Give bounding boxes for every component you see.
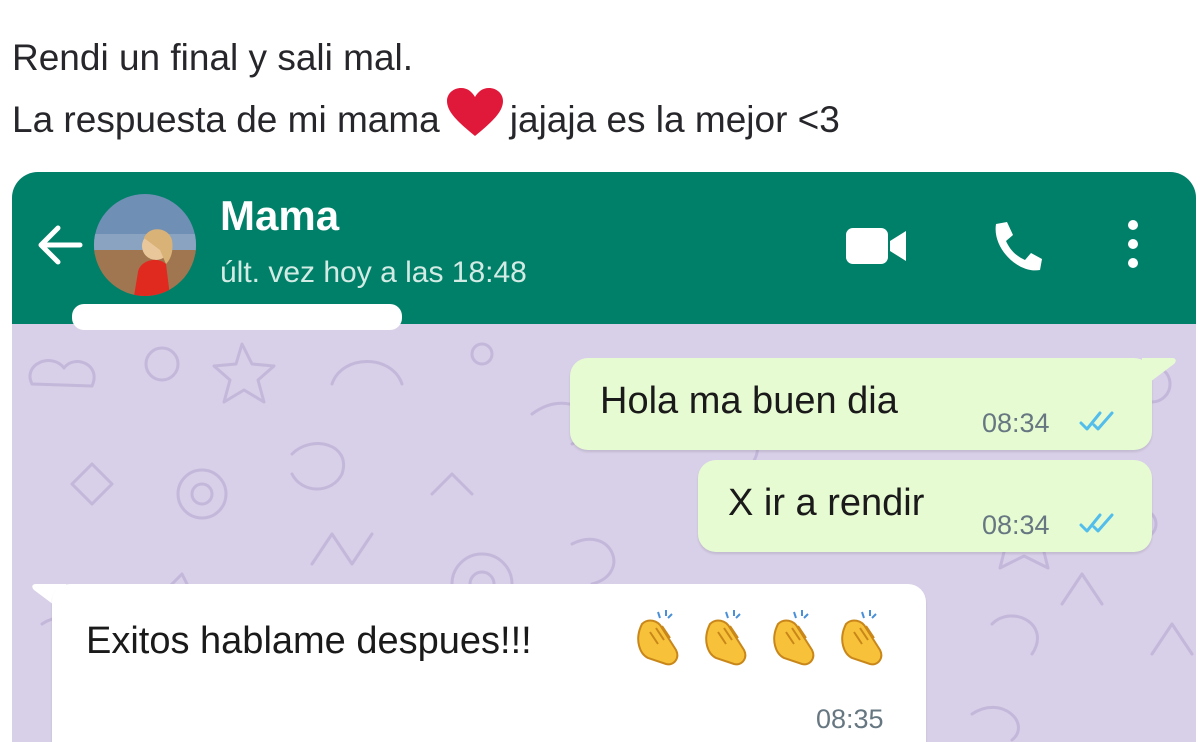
message-time: 08:34 bbox=[982, 510, 1050, 540]
bubble-tail bbox=[1142, 358, 1176, 382]
post-line-1: Rendi un final y sali mal. bbox=[12, 37, 414, 78]
last-seen-status: últ. vez hoy a las 18:48 bbox=[220, 256, 527, 289]
video-call-icon[interactable] bbox=[844, 224, 908, 268]
contact-name[interactable]: Mama bbox=[220, 192, 339, 240]
more-options-icon[interactable] bbox=[1118, 216, 1148, 272]
back-arrow-icon[interactable] bbox=[34, 222, 84, 268]
heart-icon bbox=[446, 88, 503, 136]
post-line-2-end: jajaja es la mejor <3 bbox=[509, 99, 840, 140]
emoji-row bbox=[628, 606, 894, 668]
message-text: X ir a rendir bbox=[728, 482, 925, 524]
previous-message-edge bbox=[72, 304, 402, 330]
read-ticks-icon bbox=[1079, 513, 1114, 533]
post-text: Rendi un final y sali mal. La respuesta … bbox=[12, 28, 840, 150]
message-bubble-incoming[interactable]: Exitos hablame despues!!! 08:35 bbox=[52, 584, 926, 742]
post-line-2: La respuesta de mi mama jajaja es la mejo… bbox=[12, 88, 840, 150]
message-bubble-outgoing[interactable]: X ir a rendir 08:34 bbox=[698, 460, 1152, 552]
chat-header: Mama últ. vez hoy a las 18:48 bbox=[12, 172, 1196, 324]
avatar-photo bbox=[94, 194, 196, 296]
avatar[interactable] bbox=[94, 194, 196, 296]
message-time: 08:34 bbox=[982, 408, 1050, 438]
chat-area[interactable]: Hola ma buen dia 08:34 X ir a rendir 08:… bbox=[12, 304, 1196, 742]
post-line-2-start: La respuesta de mi mama bbox=[12, 99, 440, 140]
clapping-hands-icon bbox=[637, 610, 679, 666]
message-time: 08:35 bbox=[816, 704, 884, 734]
message-text: Exitos hablame despues!!! bbox=[86, 620, 532, 662]
clapping-hands-icon bbox=[841, 610, 883, 666]
message-text: Hola ma buen dia bbox=[600, 380, 898, 422]
clapping-hands-icon bbox=[773, 610, 815, 666]
read-ticks-icon bbox=[1079, 411, 1114, 431]
phone-icon[interactable] bbox=[988, 218, 1044, 274]
chat-screenshot: Mama últ. vez hoy a las 18:48 Hola ma bu… bbox=[12, 172, 1196, 742]
clapping-hands-icon bbox=[705, 610, 747, 666]
message-bubble-outgoing[interactable]: Hola ma buen dia 08:34 bbox=[570, 358, 1152, 450]
